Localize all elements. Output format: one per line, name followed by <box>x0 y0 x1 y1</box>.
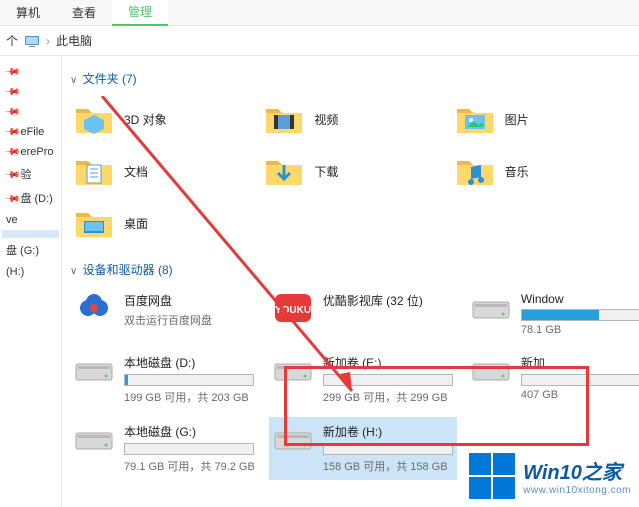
folder-icon <box>264 151 304 191</box>
sidebar-item[interactable]: 📌 <box>2 102 59 122</box>
windows-logo-icon <box>469 453 515 499</box>
tab-view[interactable]: 查看 <box>56 0 112 25</box>
drive-item[interactable]: YOUKU 优酷影视库 (32 位) <box>269 286 457 342</box>
drive-usage-bar <box>323 374 453 386</box>
breadcrumb-location[interactable]: 此电脑 <box>56 32 92 49</box>
sidebar-item[interactable] <box>2 230 59 238</box>
breadcrumb[interactable]: 个 › 此电脑 <box>0 26 639 56</box>
drive-name: 新加卷 (H:) <box>323 423 453 440</box>
section-folders[interactable]: ∨ 文件夹 (7) <box>70 70 631 87</box>
tab-manage[interactable]: 管理 <box>112 0 168 26</box>
chevron-right-icon: › <box>46 34 50 48</box>
drive-item[interactable]: 百度网盘双击运行百度网盘 <box>70 286 259 342</box>
content-area: ∨ 文件夹 (7) 3D 对象 视频 图片文档 下载 音乐桌面 ∨ 设备和驱动器 (8)… <box>62 56 639 507</box>
drive-sub: 79.1 GB 可用，共 79.2 GB <box>124 458 255 474</box>
folder-icon <box>74 151 114 191</box>
folder-label: 音乐 <box>505 163 529 180</box>
drive-name: 本地磁盘 (D:) <box>124 354 255 371</box>
drive-item[interactable]: 新加 407 GB <box>467 348 639 411</box>
drive-item[interactable]: Window 78.1 GB <box>467 286 639 342</box>
folder-label: 桌面 <box>124 215 148 232</box>
drive-usage-bar <box>521 309 639 321</box>
drive-usage-bar <box>521 374 639 386</box>
drive-item[interactable]: 新加卷 (H:) 158 GB 可用，共 158 GB <box>269 417 457 480</box>
drive-name: Window <box>521 292 639 306</box>
sidebar-item[interactable]: 📌eFile <box>2 122 59 142</box>
folder-item[interactable]: 下载 <box>260 147 440 195</box>
tab-computer[interactable]: 算机 <box>0 0 56 25</box>
chevron-down-icon: ∨ <box>70 75 77 86</box>
sidebar: 📌 📌 📌 📌eFile 📌erePro 📌验 📌盘 (D:) ve 盘 (G:… <box>0 56 62 507</box>
drive-icon <box>74 423 114 455</box>
drive-icon: YOUKU <box>273 292 313 324</box>
section-folders-label: 文件夹 (7) <box>83 72 137 86</box>
sidebar-item[interactable]: (H:) <box>2 262 59 282</box>
drive-item[interactable]: 新加卷 (E:) 299 GB 可用，共 299 GB <box>269 348 457 411</box>
folder-icon <box>74 203 114 243</box>
chevron-down-icon: ∨ <box>70 266 77 277</box>
folder-item[interactable]: 文档 <box>70 147 250 195</box>
drive-icon <box>74 292 114 324</box>
drive-sub: 78.1 GB <box>521 324 639 336</box>
drive-item[interactable]: 本地磁盘 (G:) 79.1 GB 可用，共 79.2 GB <box>70 417 259 480</box>
watermark-title: Win10之家 <box>523 456 631 485</box>
folder-grid: 3D 对象 视频 图片文档 下载 音乐桌面 <box>70 95 631 247</box>
watermark-url: www.win10xitong.com <box>523 485 631 496</box>
sidebar-item[interactable]: 📌盘 (D:) <box>2 186 59 210</box>
folder-label: 下载 <box>314 163 338 180</box>
drive-name: 本地磁盘 (G:) <box>124 423 255 440</box>
sidebar-item[interactable]: 📌 <box>2 82 59 102</box>
watermark: Win10之家 www.win10xitong.com <box>469 453 631 499</box>
toolbar: 算机 查看 管理 <box>0 0 639 26</box>
folder-label: 3D 对象 <box>124 111 167 128</box>
drive-grid: 百度网盘双击运行百度网盘YOUKU优酷影视库 (32 位)Window78.1 … <box>70 286 631 480</box>
drive-sub: 299 GB 可用，共 299 GB <box>323 389 453 405</box>
folder-icon <box>264 99 304 139</box>
sidebar-item[interactable]: ve <box>2 210 59 230</box>
drive-name: 百度网盘 <box>124 292 255 309</box>
folder-label: 视频 <box>314 111 338 128</box>
drive-sub: 199 GB 可用，共 203 GB <box>124 389 255 405</box>
folder-icon <box>74 99 114 139</box>
folder-label: 文档 <box>124 163 148 180</box>
sidebar-item[interactable]: 📌验 <box>2 162 59 186</box>
folder-item[interactable]: 音乐 <box>451 147 631 195</box>
drive-usage-bar <box>323 443 453 455</box>
folder-label: 图片 <box>505 111 529 128</box>
drive-icon <box>273 423 313 455</box>
folder-icon <box>455 99 495 139</box>
folder-item[interactable]: 视频 <box>260 95 440 143</box>
drive-sub: 双击运行百度网盘 <box>124 312 255 328</box>
drive-icon <box>471 292 511 324</box>
drive-sub: 407 GB <box>521 389 639 401</box>
drive-item[interactable]: 本地磁盘 (D:) 199 GB 可用，共 203 GB <box>70 348 259 411</box>
sidebar-item[interactable]: 📌 <box>2 62 59 82</box>
drive-name: 新加卷 (E:) <box>323 354 453 371</box>
folder-item[interactable]: 3D 对象 <box>70 95 250 143</box>
section-drives-label: 设备和驱动器 (8) <box>83 263 173 277</box>
computer-icon <box>24 33 40 49</box>
drive-icon <box>74 354 114 386</box>
section-drives[interactable]: ∨ 设备和驱动器 (8) <box>70 261 631 278</box>
drive-name: 优酷影视库 (32 位) <box>323 292 453 309</box>
drive-usage-bar <box>124 374 254 386</box>
drive-icon <box>471 354 511 386</box>
drive-icon <box>273 354 313 386</box>
drive-usage-bar <box>124 443 254 455</box>
drive-name: 新加 <box>521 354 639 371</box>
folder-icon <box>455 151 495 191</box>
drive-sub: 158 GB 可用，共 158 GB <box>323 458 453 474</box>
svg-text:YOUKU: YOUKU <box>275 305 311 316</box>
folder-item[interactable]: 桌面 <box>70 199 250 247</box>
folder-item[interactable]: 图片 <box>451 95 631 143</box>
sidebar-item[interactable]: 盘 (G:) <box>2 238 59 262</box>
breadcrumb-back[interactable]: 个 <box>6 32 18 49</box>
sidebar-item[interactable]: 📌erePro <box>2 142 59 162</box>
